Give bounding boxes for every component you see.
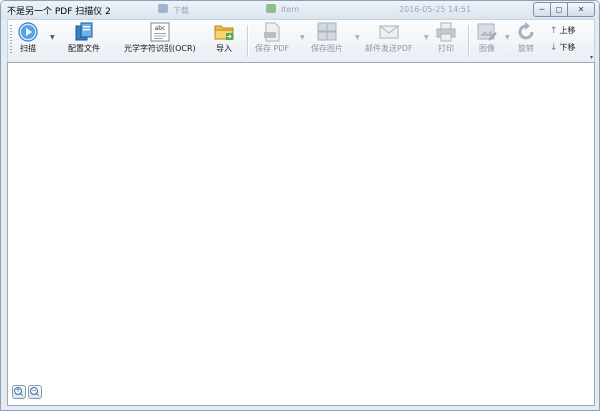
background-text-3: 2016-05-25 14:51 bbox=[399, 5, 472, 14]
move-down-label: 下移 bbox=[559, 43, 576, 52]
print-label: 打印 bbox=[438, 44, 454, 53]
zoom-out-button[interactable]: − bbox=[28, 385, 42, 399]
image-dropdown-arrow[interactable]: ▼ bbox=[505, 35, 510, 41]
main-toolbar: 扫描 ▼ 配置文件 abc 光学字符识别(OCR) 导入 保存 PDF ▼ 保存… bbox=[7, 19, 595, 63]
move-up-label: 上移 bbox=[559, 26, 576, 35]
title-bar[interactable]: 不是另一个 PDF 扫描仪 2 下载 Item 2016-05-25 14:51… bbox=[1, 1, 599, 19]
scan-label: 扫描 bbox=[20, 44, 36, 53]
rotate-button[interactable]: 旋转 bbox=[516, 22, 536, 54]
save-pdf-label: 保存 PDF bbox=[255, 44, 290, 53]
move-up-button[interactable]: ↑ 上移 bbox=[550, 25, 576, 36]
scan-button[interactable]: 扫描 bbox=[18, 22, 38, 54]
printer-icon bbox=[436, 22, 456, 42]
print-button[interactable]: 打印 bbox=[436, 22, 456, 54]
background-text-1: 下载 bbox=[173, 6, 189, 15]
email-pdf-dropdown-arrow[interactable]: ▼ bbox=[424, 35, 429, 41]
window-title: 不是另一个 PDF 扫描仪 2 bbox=[7, 7, 111, 17]
arrow-down-icon: ↓ bbox=[550, 42, 558, 53]
scan-play-icon bbox=[18, 22, 38, 42]
rotate-icon bbox=[516, 22, 536, 42]
background-text-2: Item bbox=[281, 5, 300, 14]
image-edit-icon bbox=[477, 22, 497, 42]
ocr-label: 光学字符识别(OCR) bbox=[124, 44, 196, 53]
arrow-up-icon: ↑ bbox=[550, 25, 558, 36]
maximize-button[interactable]: ◻ bbox=[551, 2, 568, 17]
save-pdf-dropdown-arrow[interactable]: ▼ bbox=[300, 35, 305, 41]
images-icon bbox=[317, 22, 337, 42]
zoom-in-button[interactable]: + bbox=[12, 385, 26, 399]
email-pdf-label: 邮件发送PDF bbox=[365, 44, 413, 53]
ocr-icon: abc bbox=[150, 22, 170, 42]
minimize-button[interactable]: ─ bbox=[533, 2, 551, 17]
image-button[interactable]: 图像 bbox=[477, 22, 497, 54]
import-folder-icon bbox=[214, 22, 234, 42]
save-images-button[interactable]: 保存图片 bbox=[311, 22, 343, 54]
profiles-icon bbox=[74, 22, 94, 42]
app-window: 不是另一个 PDF 扫描仪 2 下载 Item 2016-05-25 14:51… bbox=[0, 0, 600, 411]
minimize-icon: ─ bbox=[539, 4, 545, 14]
move-down-button[interactable]: ↓ 下移 bbox=[550, 42, 576, 53]
ocr-icon-text: abc bbox=[154, 25, 165, 32]
maximize-icon: ◻ bbox=[555, 4, 563, 14]
toolbar-separator-2 bbox=[468, 25, 469, 57]
scan-dropdown-arrow[interactable]: ▼ bbox=[50, 35, 55, 41]
close-icon: ✕ bbox=[577, 4, 585, 14]
email-icon bbox=[379, 22, 399, 42]
background-folder-icon bbox=[158, 4, 168, 13]
import-label: 导入 bbox=[216, 44, 232, 53]
window-controls: ─ ◻ ✕ bbox=[533, 2, 595, 17]
import-button[interactable]: 导入 bbox=[214, 22, 234, 54]
toolbar-grip[interactable] bbox=[10, 25, 12, 55]
email-pdf-button[interactable]: 邮件发送PDF bbox=[365, 22, 413, 54]
ocr-button[interactable]: abc 光学字符识别(OCR) bbox=[124, 22, 196, 54]
save-images-label: 保存图片 bbox=[311, 44, 343, 53]
save-images-dropdown-arrow[interactable]: ▼ bbox=[355, 35, 360, 41]
profiles-label: 配置文件 bbox=[68, 44, 100, 53]
page-thumbnail-area[interactable]: + − bbox=[7, 62, 595, 406]
pdf-file-icon bbox=[262, 22, 282, 42]
rotate-label: 旋转 bbox=[518, 44, 534, 53]
save-pdf-button[interactable]: 保存 PDF bbox=[255, 22, 289, 54]
profiles-button[interactable]: 配置文件 bbox=[68, 22, 100, 54]
toolbar-separator-1 bbox=[247, 25, 248, 57]
close-button[interactable]: ✕ bbox=[568, 2, 595, 17]
background-file-icon bbox=[266, 4, 276, 13]
image-label: 图像 bbox=[479, 44, 495, 53]
toolbar-overflow-chevron-icon[interactable]: ▾ bbox=[590, 54, 593, 61]
